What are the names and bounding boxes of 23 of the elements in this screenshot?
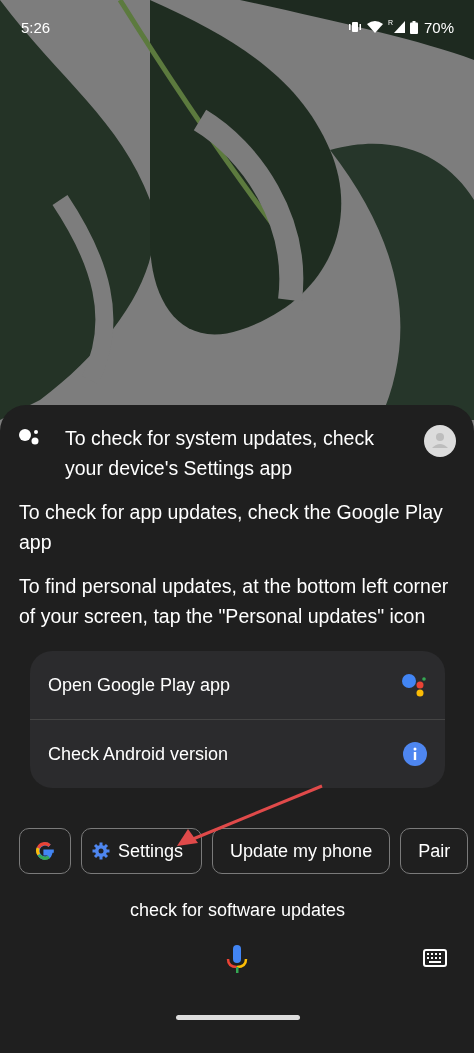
vibrate-icon — [347, 21, 362, 33]
avatar-icon[interactable] — [424, 425, 456, 457]
battery-icon — [409, 20, 418, 34]
info-icon — [403, 742, 427, 766]
suggestion-chip[interactable]: Pair — [400, 828, 469, 874]
suggestion-chip[interactable] — [19, 828, 71, 874]
suggestion-chip[interactable]: Update my phone — [212, 828, 391, 874]
suggestion-chip[interactable]: Settings — [81, 828, 203, 874]
reply-text: To find personal updates, at the bottom left corner of your screen, tap the "Personal updates" icon — [19, 574, 450, 629]
microphone-icon[interactable] — [226, 943, 248, 975]
keyboard-icon[interactable] — [423, 949, 447, 967]
google-g-icon — [35, 841, 55, 861]
action-item[interactable]: Check Android version — [30, 719, 445, 788]
reply-text: To check for app updates, check the Google Play app — [19, 500, 444, 555]
gear-icon — [92, 842, 110, 860]
wifi-icon — [366, 21, 383, 33]
battery-percent: 70% — [423, 18, 454, 36]
signal-icon — [393, 21, 405, 33]
query-text: check for software updates — [128, 900, 347, 921]
assistant-dots-icon — [401, 673, 427, 697]
clock-time: 5:26 — [21, 18, 51, 36]
action-item[interactable]: Open Google Play app — [30, 651, 445, 719]
reply-text: To check for system updates, check your device's Settings app — [65, 426, 375, 481]
